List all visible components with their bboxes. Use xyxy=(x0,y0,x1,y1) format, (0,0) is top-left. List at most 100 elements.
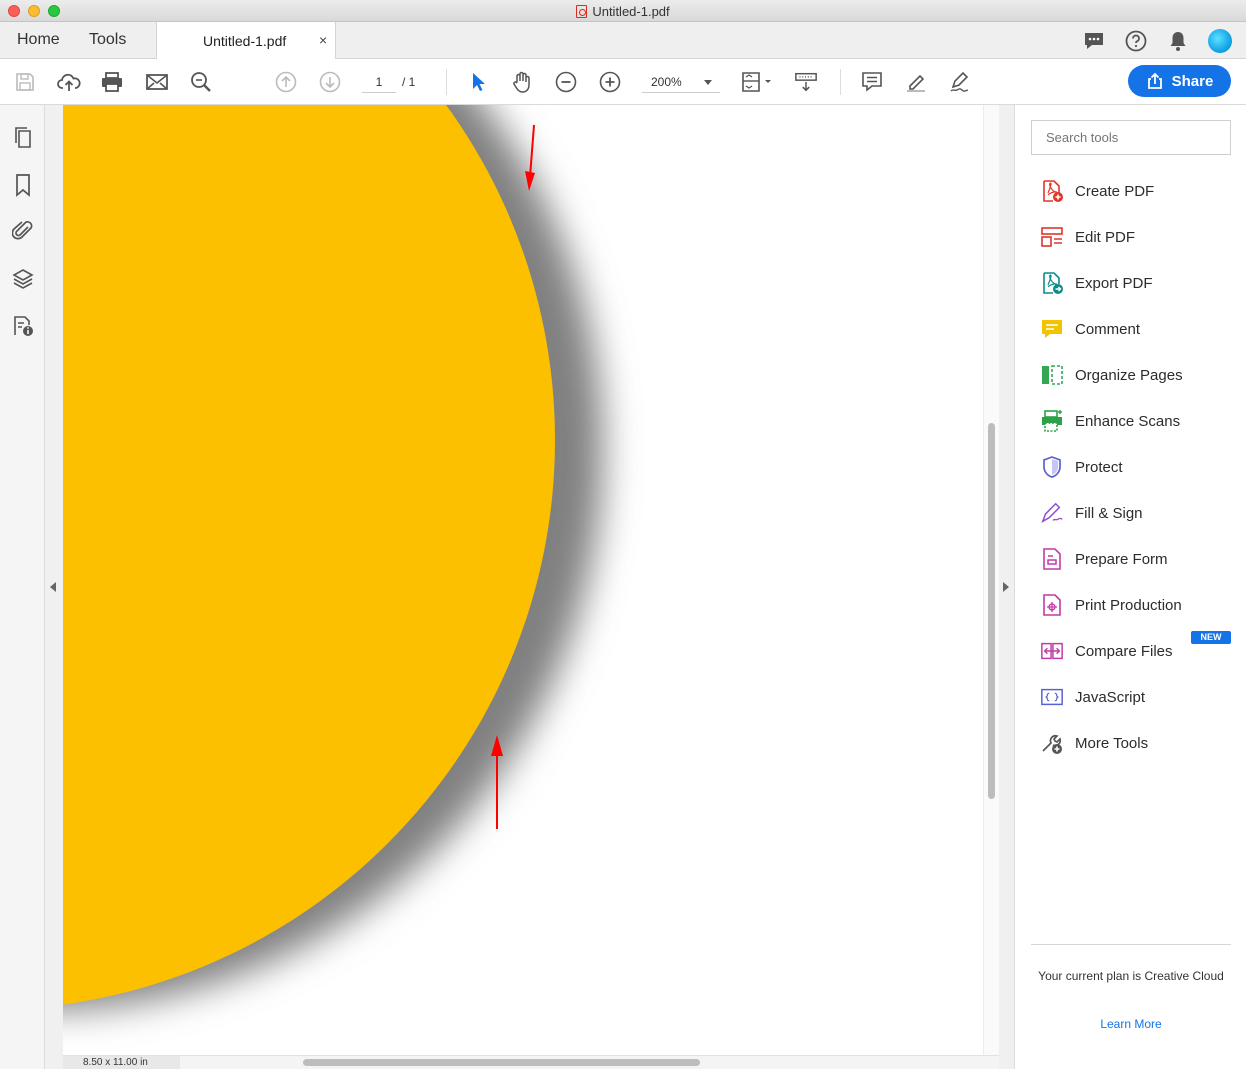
sign-pen-icon[interactable] xyxy=(948,70,972,94)
protect-icon xyxy=(1040,455,1064,479)
previous-page-icon[interactable] xyxy=(274,70,298,94)
tool-label: JavaScript xyxy=(1075,688,1146,706)
page-total-label: / 1 xyxy=(402,75,416,89)
page-size-label: 8.50 x 11.00 in xyxy=(63,1056,180,1069)
export-pdf-icon xyxy=(1040,271,1064,295)
user-avatar[interactable] xyxy=(1208,28,1232,53)
tool-create-pdf[interactable]: Create PDF xyxy=(1040,176,1230,206)
document-page-view[interactable] xyxy=(63,105,983,1055)
pdf-file-icon xyxy=(576,5,588,18)
print-icon[interactable] xyxy=(100,70,124,94)
tools-pane: Create PDF Edit PDF Export PDF Comment Organ… xyxy=(1016,105,1246,1069)
tool-print-production[interactable]: Print Production xyxy=(1040,590,1230,620)
tab-tools[interactable]: Tools xyxy=(89,31,126,49)
tool-more-tools[interactable]: More Tools xyxy=(1040,728,1230,758)
edit-pdf-icon xyxy=(1040,225,1064,249)
tool-javascript[interactable]: JavaScript xyxy=(1040,682,1230,712)
left-navigation-rail xyxy=(0,105,45,1069)
tab-home[interactable]: Home xyxy=(17,31,60,49)
save-icon[interactable] xyxy=(13,70,37,94)
search-tools-input[interactable] xyxy=(1031,120,1231,155)
prepare-form-icon xyxy=(1040,547,1064,571)
more-tools-icon xyxy=(1040,731,1064,755)
tool-label: Enhance Scans xyxy=(1075,412,1181,430)
scroll-mode-icon[interactable] xyxy=(794,70,818,94)
page-number-input[interactable]: 1 xyxy=(362,71,396,93)
close-tab-button[interactable]: × xyxy=(319,32,327,48)
notifications-bell-icon[interactable] xyxy=(1166,29,1190,53)
compare-files-icon xyxy=(1040,639,1064,663)
print-production-icon xyxy=(1040,593,1064,617)
page-artwork xyxy=(63,105,603,1010)
tool-label: Organize Pages xyxy=(1075,366,1183,384)
document-info-icon[interactable] xyxy=(10,313,36,339)
next-page-icon[interactable] xyxy=(318,70,342,94)
tool-label: Comment xyxy=(1075,320,1141,338)
yellow-circle-shape xyxy=(63,105,555,1005)
toolbar-divider xyxy=(840,69,841,95)
tool-organize-pages[interactable]: Organize Pages xyxy=(1040,360,1230,390)
zoom-out-icon[interactable] xyxy=(554,70,578,94)
tool-export-pdf[interactable]: Export PDF xyxy=(1040,268,1230,298)
organize-pages-icon xyxy=(1040,363,1064,387)
title-bar: Untitled-1.pdf xyxy=(0,0,1246,22)
enhance-scans-icon xyxy=(1040,409,1064,433)
tab-document[interactable]: Untitled-1.pdf × xyxy=(156,22,336,59)
horizontal-scrollbar[interactable]: 8.50 x 11.00 in xyxy=(63,1055,999,1069)
tool-enhance-scans[interactable]: Enhance Scans xyxy=(1040,406,1230,436)
collapse-right-panel-handle[interactable] xyxy=(999,105,1015,1069)
tool-comment[interactable]: Comment xyxy=(1040,314,1230,344)
chevron-right-icon xyxy=(1003,582,1009,592)
help-icon[interactable] xyxy=(1124,29,1148,53)
learn-more-link[interactable]: Learn More xyxy=(1016,1017,1246,1031)
zoom-search-icon[interactable] xyxy=(189,70,213,94)
tool-label: Compare Files xyxy=(1075,642,1173,660)
tool-label: Edit PDF xyxy=(1075,228,1136,246)
tool-fill-sign[interactable]: Fill & Sign xyxy=(1040,498,1230,528)
toolbar-divider xyxy=(446,69,447,95)
zoom-level-select[interactable]: 200% xyxy=(642,71,720,93)
tool-label: Print Production xyxy=(1075,596,1182,614)
select-cursor-icon[interactable] xyxy=(466,70,490,94)
toolbar: 1 / 1 200% Share xyxy=(0,59,1246,105)
comment-note-icon[interactable] xyxy=(860,70,884,94)
tool-label: Export PDF xyxy=(1075,274,1153,292)
tool-protect[interactable]: Protect xyxy=(1040,452,1230,482)
tool-label: Prepare Form xyxy=(1075,550,1168,568)
messages-icon[interactable] xyxy=(1082,29,1106,53)
upload-cloud-icon[interactable] xyxy=(57,70,81,94)
javascript-icon xyxy=(1040,685,1064,709)
tool-label: Fill & Sign xyxy=(1075,504,1143,522)
bookmarks-icon[interactable] xyxy=(10,172,36,198)
fill-sign-icon xyxy=(1040,501,1064,525)
share-icon xyxy=(1147,72,1162,89)
tab-document-label: Untitled-1.pdf xyxy=(203,33,287,49)
chevron-left-icon xyxy=(50,582,56,592)
zoom-in-icon[interactable] xyxy=(598,70,622,94)
tool-prepare-form[interactable]: Prepare Form xyxy=(1040,544,1230,574)
horizontal-scroll-thumb[interactable] xyxy=(303,1059,700,1066)
share-label: Share xyxy=(1171,72,1214,90)
create-pdf-icon xyxy=(1040,179,1064,203)
email-icon[interactable] xyxy=(145,70,169,94)
plan-text: Your current plan is Creative Cloud xyxy=(1038,969,1224,983)
comment-icon xyxy=(1040,317,1064,341)
share-button[interactable]: Share xyxy=(1128,65,1231,97)
window-title: Untitled-1.pdf xyxy=(0,4,1246,19)
top-red-arrow xyxy=(529,124,535,178)
page-thumbnails-icon[interactable] xyxy=(10,125,36,151)
tool-label: Create PDF xyxy=(1075,182,1155,200)
highlight-pen-icon[interactable] xyxy=(904,70,928,94)
vertical-scrollbar[interactable] xyxy=(983,105,999,1055)
attachments-icon[interactable] xyxy=(10,218,36,244)
panel-divider xyxy=(1031,944,1231,945)
hand-tool-icon[interactable] xyxy=(510,70,534,94)
tool-label: More Tools xyxy=(1075,734,1149,752)
tool-edit-pdf[interactable]: Edit PDF xyxy=(1040,222,1230,252)
collapse-left-panel-handle[interactable] xyxy=(45,105,63,1069)
vertical-scroll-thumb[interactable] xyxy=(988,423,995,799)
page-fit-icon[interactable] xyxy=(740,70,774,94)
chevron-down-icon xyxy=(704,80,712,85)
new-badge: NEW xyxy=(1191,631,1231,644)
layers-icon[interactable] xyxy=(10,266,36,292)
